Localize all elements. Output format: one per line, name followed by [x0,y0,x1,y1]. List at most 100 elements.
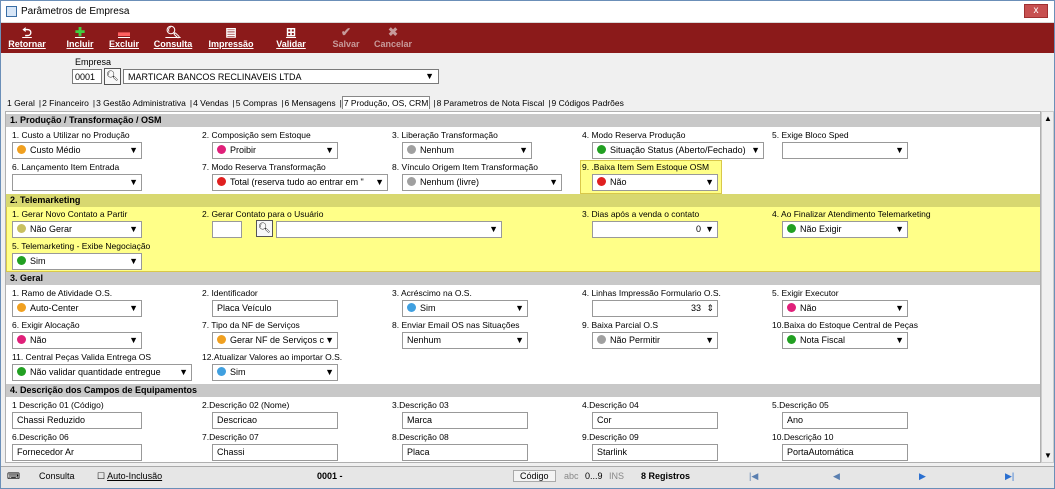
usuario-code-field[interactable] [212,221,242,238]
tab-gestao[interactable]: 3 Gestão Administrativa [95,97,187,109]
tab-financeiro[interactable]: 2 Financeiro [41,97,90,109]
s3-f12-label: 12.Atualizar Valores ao importar O.S. [202,352,343,362]
baixa-parcial-select[interactable]: Não Permitir ▼ [592,332,718,349]
excluir-button[interactable]: ▬ Excluir [107,25,141,51]
atualizar-valores-select[interactable]: Sim ▼ [212,364,338,381]
title-bar: Parâmetros de Empresa x [1,1,1054,23]
finalizar-atendimento-select[interactable]: Não Exigir ▼ [782,221,908,238]
descricao-07-field[interactable]: Chassi [212,444,338,461]
salvar-button[interactable]: ✔ Salvar [329,25,363,51]
exigir-executor-select[interactable]: Não ▼ [782,300,908,317]
s4-d5-label: 5.Descrição 05 [772,400,829,410]
empresa-name-select[interactable]: MARTICAR BANCOS RECLINAVEIS LTDA ▼ [123,69,439,84]
retornar-button[interactable]: ⮌ Retornar [7,25,47,51]
minus-icon: ▬ [118,25,130,39]
baixa-item-select[interactable]: Não ▼ [592,174,718,191]
s3-f10-label: 10.Baixa do Estoque Central de Peças [772,320,919,330]
modo-reserva-producao-select[interactable]: Situação Status (Aberto/Fechado) ▼ [592,142,764,159]
descricao-05-field[interactable]: Ano [782,412,908,429]
exibe-negociacao-select[interactable]: Sim ▼ [12,253,142,270]
impressao-button[interactable]: ▤ Impressão [205,25,257,51]
main-window: Parâmetros de Empresa x ⮌ Retornar ✚ Inclu… [0,0,1055,489]
consulta-status: Consulta [39,471,75,481]
pink-dot-icon [787,303,796,312]
chevron-down-icon: ▼ [895,335,904,345]
s2-f1-label: 1. Gerar Novo Contato a Partir [12,209,128,219]
tipo-nf-select[interactable]: Gerar NF de Serviços c ▼ [212,332,338,349]
close-button[interactable]: x [1024,4,1048,18]
validar-button[interactable]: ⊞ Validar [273,25,309,51]
scroll-up-icon[interactable]: ▲ [1044,114,1052,123]
chevron-down-icon: ▼ [375,177,384,187]
tab-codigos[interactable]: 9 Códigos Padrões [551,97,625,109]
green-dot-icon [787,335,796,344]
s3-f8-label: 8. Enviar Email OS nas Situações [392,320,520,330]
scroll-down-icon[interactable]: ▼ [1044,451,1052,460]
chevron-down-icon: ▼ [519,145,528,155]
red-dot-icon [597,177,606,186]
descricao-02-field[interactable]: Descricao [212,412,338,429]
acrescimo-select[interactable]: Sim ▼ [402,300,528,317]
custo-select[interactable]: Custo Médio ▼ [12,142,142,159]
pink-dot-icon [217,145,226,154]
empresa-search-button[interactable]: 🔍︎ [104,68,121,85]
consulta-button[interactable]: 🔍︎ Consulta [153,25,193,51]
tab-compras[interactable]: 5 Compras [235,97,279,109]
descricao-03-field[interactable]: Marca [402,412,528,429]
next-record-icon[interactable]: ▶ [919,471,926,482]
baixa-estoque-central-select[interactable]: Nota Fiscal ▼ [782,332,908,349]
chevron-down-icon: ▼ [895,303,904,313]
modo-reserva-transf-select[interactable]: Total (reserva tudo ao entrar em " ▼ [212,174,388,191]
registros-count: 8 Registros [641,471,691,481]
first-record-icon[interactable]: |◀ [749,471,758,482]
bloco-sped-select[interactable]: ▼ [782,142,908,159]
chevron-down-icon: ▼ [129,256,138,266]
identificador-field[interactable]: Placa Veículo [212,300,338,317]
enviar-email-select[interactable]: Nenhum ▼ [402,332,528,349]
gray-dot-icon [407,177,416,186]
codigo-button[interactable]: Código [513,470,556,482]
last-record-icon[interactable]: ▶| [1005,471,1014,482]
abc-indicator: abc [564,471,579,481]
tab-nota-fiscal[interactable]: 8 Parametros de Nota Fiscal [436,97,546,109]
incluir-button[interactable]: ✚ Incluir [63,25,97,51]
orange-dot-icon [17,303,26,312]
usuario-select[interactable]: ▼ [276,221,502,238]
prev-record-icon[interactable]: ◀ [833,471,840,482]
vertical-scrollbar[interactable]: ▲ ▼ [1041,111,1054,463]
cancelar-button[interactable]: ✖ Cancelar [373,25,413,51]
descricao-10-field[interactable]: PortaAutomática [782,444,908,461]
gerar-contato-select[interactable]: Não Gerar ▼ [12,221,142,238]
vinculo-select[interactable]: Nenhum (livre) ▼ [402,174,562,191]
grid-icon: ⊞ [285,25,297,39]
descricao-08-field[interactable]: Placa [402,444,528,461]
lancamento-select[interactable]: ▼ [12,174,142,191]
s1-f5-label: 5. Exige Bloco Sped [772,130,849,140]
liberacao-select[interactable]: Nenhum ▼ [402,142,532,159]
ramo-atividade-select[interactable]: Auto-Center ▼ [12,300,142,317]
green-dot-icon [787,224,796,233]
tab-mensagens[interactable]: 6 Mensagens [284,97,337,109]
central-pecas-select[interactable]: Não validar quantidade entregue ▼ [12,364,192,381]
tab-vendas[interactable]: 4 Vendas [192,97,229,109]
tab-geral[interactable]: 1 Geral [6,97,36,109]
printer-icon: ▤ [225,25,237,39]
linhas-impressao-field[interactable]: 33 ⇕ [592,300,718,317]
exigir-alocacao-select[interactable]: Não ▼ [12,332,142,349]
search-icon: 🔍︎ [258,223,271,234]
empresa-code-field[interactable]: 0001 [72,69,102,84]
plus-icon: ✚ [74,25,86,39]
tab-producao[interactable]: 7 Produção, OS, CRM [341,96,431,109]
chevron-down-icon: ▼ [705,335,714,345]
composicao-select[interactable]: Proibir ▼ [212,142,338,159]
s2-f5-label: 5. Telemarketing - Exibe Negociação [12,241,151,251]
descricao-04-field[interactable]: Cor [592,412,718,429]
descricao-09-field[interactable]: Starlink [592,444,718,461]
section-telemarketing-header: 2. Telemarketing [6,194,1040,207]
dias-venda-field[interactable]: 0 ▼ [592,221,718,238]
usuario-search-button[interactable]: 🔍︎ [256,220,273,237]
descricao-01-field[interactable]: Chassi Reduzido [12,412,142,429]
spinner-icon[interactable]: ⇕ [706,303,714,314]
auto-inclusao-checkbox[interactable]: ☐ Auto-Inclusão [97,471,162,482]
descricao-06-field[interactable]: Fornecedor Ar [12,444,142,461]
